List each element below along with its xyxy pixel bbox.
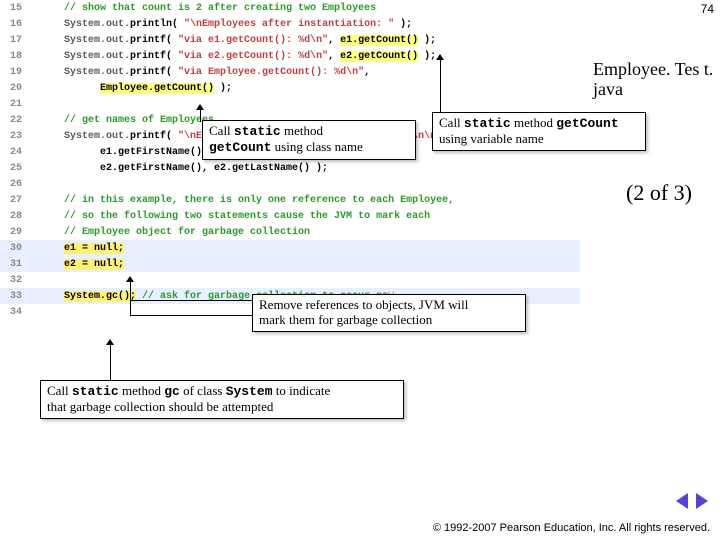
callout-classname: Call static method getCount using class … [202,120,416,160]
code-line: // Employee object for garbage collectio… [28,227,580,238]
line-number: 16 [0,19,28,30]
code-line: System.out.printf( "via e1.getCount(): %… [28,35,580,46]
code-line: // so the following two statements cause… [28,211,580,222]
arrow-head-icon [196,104,204,110]
line-number: 31 [0,259,28,270]
arrow-line [130,300,252,301]
arrow-head-icon [126,276,134,282]
line-number: 24 [0,147,28,158]
line-number: 19 [0,67,28,78]
copyright: © 1992-2007 Pearson Education, Inc. All … [433,522,710,534]
line-number: 32 [0,275,28,286]
prev-slide-button[interactable] [676,493,688,509]
code-line: e2 = null; [28,259,580,270]
line-number: 33 [0,291,28,302]
line-number: 15 [0,3,28,14]
arrow-line [130,294,131,316]
next-slide-button[interactable] [696,493,708,509]
arrow-line [200,110,201,122]
arrow-line [440,60,441,112]
nav-buttons [674,493,710,514]
line-number: 22 [0,115,28,126]
line-number: 25 [0,163,28,174]
callout-remove: Remove references to objects, JVM willma… [252,294,526,332]
code-block: 15 // show that count is 2 after creatin… [0,0,580,320]
code-line: System.out.println( "\nEmployees after i… [28,19,580,30]
line-number: 34 [0,307,28,318]
code-line: e1 = null; [28,243,580,254]
callout-gc: Call static method gc of class System to… [40,380,404,419]
slide-title: Employee. Tes t. java [593,60,718,100]
page-number: 74 [701,2,714,16]
line-number: 23 [0,131,28,142]
code-line: // in this example, there is only one re… [28,195,580,206]
arrow-line [130,315,252,316]
line-number: 17 [0,35,28,46]
arrow-line [110,345,111,380]
line-number: 30 [0,243,28,254]
slide-pager: (2 of 3) [626,180,692,206]
callout-varname: Call static method getCount using variab… [432,112,646,151]
line-number: 28 [0,211,28,222]
code-line: // show that count is 2 after creating t… [28,3,580,14]
code-line: e2.getFirstName(), e2.getLastName() ); [28,163,580,174]
line-number: 27 [0,195,28,206]
line-number: 21 [0,99,28,110]
arrow-head-icon [436,54,444,60]
line-number: 26 [0,179,28,190]
code-line: Employee.getCount() ); [28,83,580,94]
line-number: 20 [0,83,28,94]
line-number: 18 [0,51,28,62]
line-number: 29 [0,227,28,238]
code-line: System.out.printf( "via e2.getCount(): %… [28,51,580,62]
code-line: System.out.printf( "via Employee.getCoun… [28,67,580,78]
arrow-head-icon [106,339,114,345]
